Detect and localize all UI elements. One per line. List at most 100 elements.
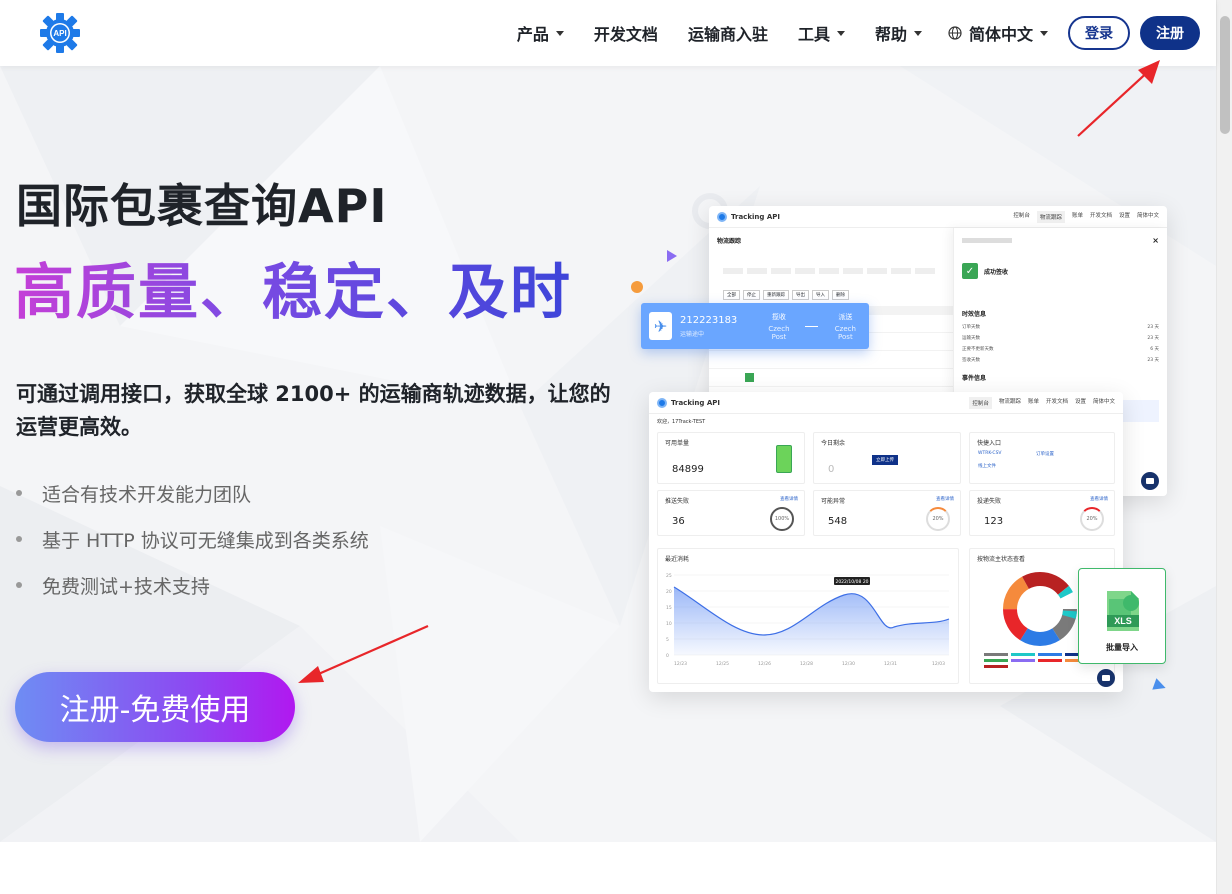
bulk-import-card[interactable]: XLS 批量导入 [1078, 568, 1166, 664]
welcome-text: 欢迎，17Track-TEST [657, 419, 706, 425]
mini-action: 导出 [792, 290, 809, 300]
detail-link[interactable]: 查看详情 [780, 496, 798, 502]
y-tick: 20 [666, 589, 672, 595]
mini-header: Tracking API 控制台 物流跟踪 账单 开发文档 设置 简体中文 [709, 206, 1167, 228]
language-label: 简体中文 [968, 25, 1033, 44]
mini-logo-icon [717, 211, 727, 222]
airplane-icon: ✈ [649, 312, 673, 340]
mini-action: 删除 [832, 290, 849, 300]
nav-item-carrier-join[interactable]: 运输商入驻 [688, 21, 768, 45]
chart-title: 最近消耗 [665, 556, 690, 563]
x-tick: 12/25 [716, 661, 729, 667]
chat-icon[interactable] [1141, 472, 1159, 490]
mini-action: 重新跟踪 [763, 290, 789, 300]
stat-card-push-failed: 推送失败 查看详情 36 100% [657, 490, 805, 536]
bulk-import-label: 批量导入 [1106, 643, 1138, 652]
stat-card-today: 今日剩余 0 立即上传 [813, 432, 961, 484]
panel-row: 运输天数 23 天 [962, 335, 1159, 341]
panel-section-title: 时效信息 [962, 311, 987, 318]
panel-row: 签收天数 23 天 [962, 357, 1159, 363]
stat-label: 快捷入口 [977, 440, 1002, 447]
nav-item-docs[interactable]: 开发文档 [594, 21, 658, 45]
y-tick: 10 [666, 621, 672, 627]
mini-nav-item: 简体中文 [1136, 212, 1159, 219]
nav-item-label: 产品 [516, 25, 549, 44]
progress-ring: 20% [1080, 507, 1104, 531]
nav-item-help[interactable]: 帮助 [875, 21, 922, 45]
nav-item-label: 运输商入驻 [687, 25, 768, 44]
chart-tooltip: 2022/10/08 20 [835, 579, 868, 585]
xls-text: XLS [1114, 616, 1132, 626]
battery-icon [776, 445, 792, 473]
y-tick: 5 [666, 637, 669, 643]
mini-action: 导入 [812, 290, 829, 300]
bullet-icon [16, 490, 22, 496]
language-selector[interactable]: 简体中文 [948, 21, 1048, 45]
consumption-line-chart: 2022/10/08 20 25 20 15 10 5 0 12/23 12/2… [666, 573, 950, 667]
page-scrollbar[interactable] [1216, 0, 1232, 894]
x-tick: 12/30 [842, 661, 855, 667]
feature-text: 适合有技术开发能力团队 [42, 483, 252, 506]
nav-item-tools[interactable]: 工具 [798, 21, 845, 45]
stat-value: 123 [984, 516, 1004, 527]
stat-card-exception: 可能异常 查看详情 548 20% [813, 490, 961, 536]
x-tick: 12/28 [800, 661, 813, 667]
stat-card-delivery-failed: 投递失败 查看详情 123 20% [969, 490, 1115, 536]
mini-brand: Tracking API [731, 212, 780, 221]
hero-description: 可通过调用接口，获取全球 2100+ 的运输商轨迹数据，让您的运营更高效。 [16, 382, 611, 439]
nav-item-products[interactable]: 产品 [517, 21, 564, 45]
panel-section-title: 事件信息 [962, 375, 987, 382]
stat-label: 推送失败 [665, 498, 690, 505]
decorative-dot [631, 281, 643, 293]
tracking-from-carrier: Czech Post [768, 324, 790, 341]
mini-nav-item: 简体中文 [1092, 398, 1115, 405]
stat-value: 0 [828, 464, 835, 475]
mini-nav-item: 设置 [1118, 212, 1130, 219]
detail-link[interactable]: 查看详情 [936, 496, 954, 502]
stat-label: 可能异常 [821, 498, 846, 505]
status-label: 成功签收 [984, 268, 1009, 276]
detail-link[interactable]: 查看详情 [1090, 496, 1108, 502]
y-tick: 0 [666, 653, 669, 659]
chat-icon[interactable] [1097, 669, 1115, 687]
mini-nav-item: 账单 [1027, 398, 1039, 405]
tracking-summary-card: ✈ 212223183 运输途中 揽收 Czech Post 派送 Czech … [641, 303, 869, 349]
feature-text: 免费测试+技术支持 [42, 575, 210, 598]
caret-down-icon [1040, 30, 1048, 36]
progress-ring: 20% [926, 507, 950, 531]
shortcut-link[interactable]: WTRK-CSV [978, 451, 1002, 456]
panel-row: 正要不更新天数 6 天 [962, 346, 1159, 352]
tracking-to-carrier: Czech Post [834, 324, 856, 341]
close-icon[interactable]: × [1152, 236, 1159, 245]
mini-nav-item: 开发文档 [1089, 212, 1112, 219]
top-header: API 产品 开发文档 运输商入驻 工具 帮助 简体中文 登录 注册 [0, 0, 1216, 66]
tracking-status: 运输途中 [680, 330, 705, 338]
login-button[interactable]: 登录 [1068, 16, 1130, 50]
x-tick: 12/26 [758, 661, 771, 667]
mini-nav-item: 控制台 [969, 396, 992, 409]
donut-title: 按物流主状态查看 [977, 556, 1026, 563]
register-button[interactable]: 注册 [1140, 16, 1200, 50]
mini-nav-item: 开发文档 [1045, 398, 1068, 405]
shortcut-link[interactable]: 订单设置 [1036, 451, 1054, 457]
x-tick: 12/23 [674, 661, 687, 667]
arrow-right-icon [804, 325, 818, 327]
bullet-icon [16, 582, 22, 588]
upload-button[interactable]: 立即上传 [872, 455, 898, 465]
register-free-button[interactable]: 注册-免费使用 [15, 672, 295, 742]
status-donut-chart [1003, 572, 1077, 646]
mini-logo-icon [657, 397, 667, 408]
hero-slogan: 高质量、稳定、及时 [14, 244, 572, 331]
dashboard-screenshot: Tracking API 控制台 物流跟踪 账单 开发文档 设置 简体中文 欢迎… [649, 392, 1123, 692]
stat-value: 548 [828, 516, 848, 527]
api-gear-logo-icon[interactable]: API [38, 12, 82, 54]
mini-header: Tracking API 控制台 物流跟踪 账单 开发文档 设置 简体中文 [649, 392, 1123, 414]
shortcut-link[interactable]: 线上文件 [978, 463, 996, 469]
scrollbar-thumb[interactable] [1220, 16, 1230, 134]
nav-item-label: 帮助 [874, 25, 907, 44]
main-nav: 产品 开发文档 运输商入驻 工具 帮助 简体中文 登录 注册 [517, 0, 1200, 66]
mini-action: 停止 [743, 290, 760, 300]
feature-list: 适合有技术开发能力团队 基于 HTTP 协议可无缝集成到各类系统 免费测试+技术… [16, 470, 369, 608]
tracking-number: 212223183 [680, 314, 738, 326]
decorative-triangle [667, 250, 677, 262]
